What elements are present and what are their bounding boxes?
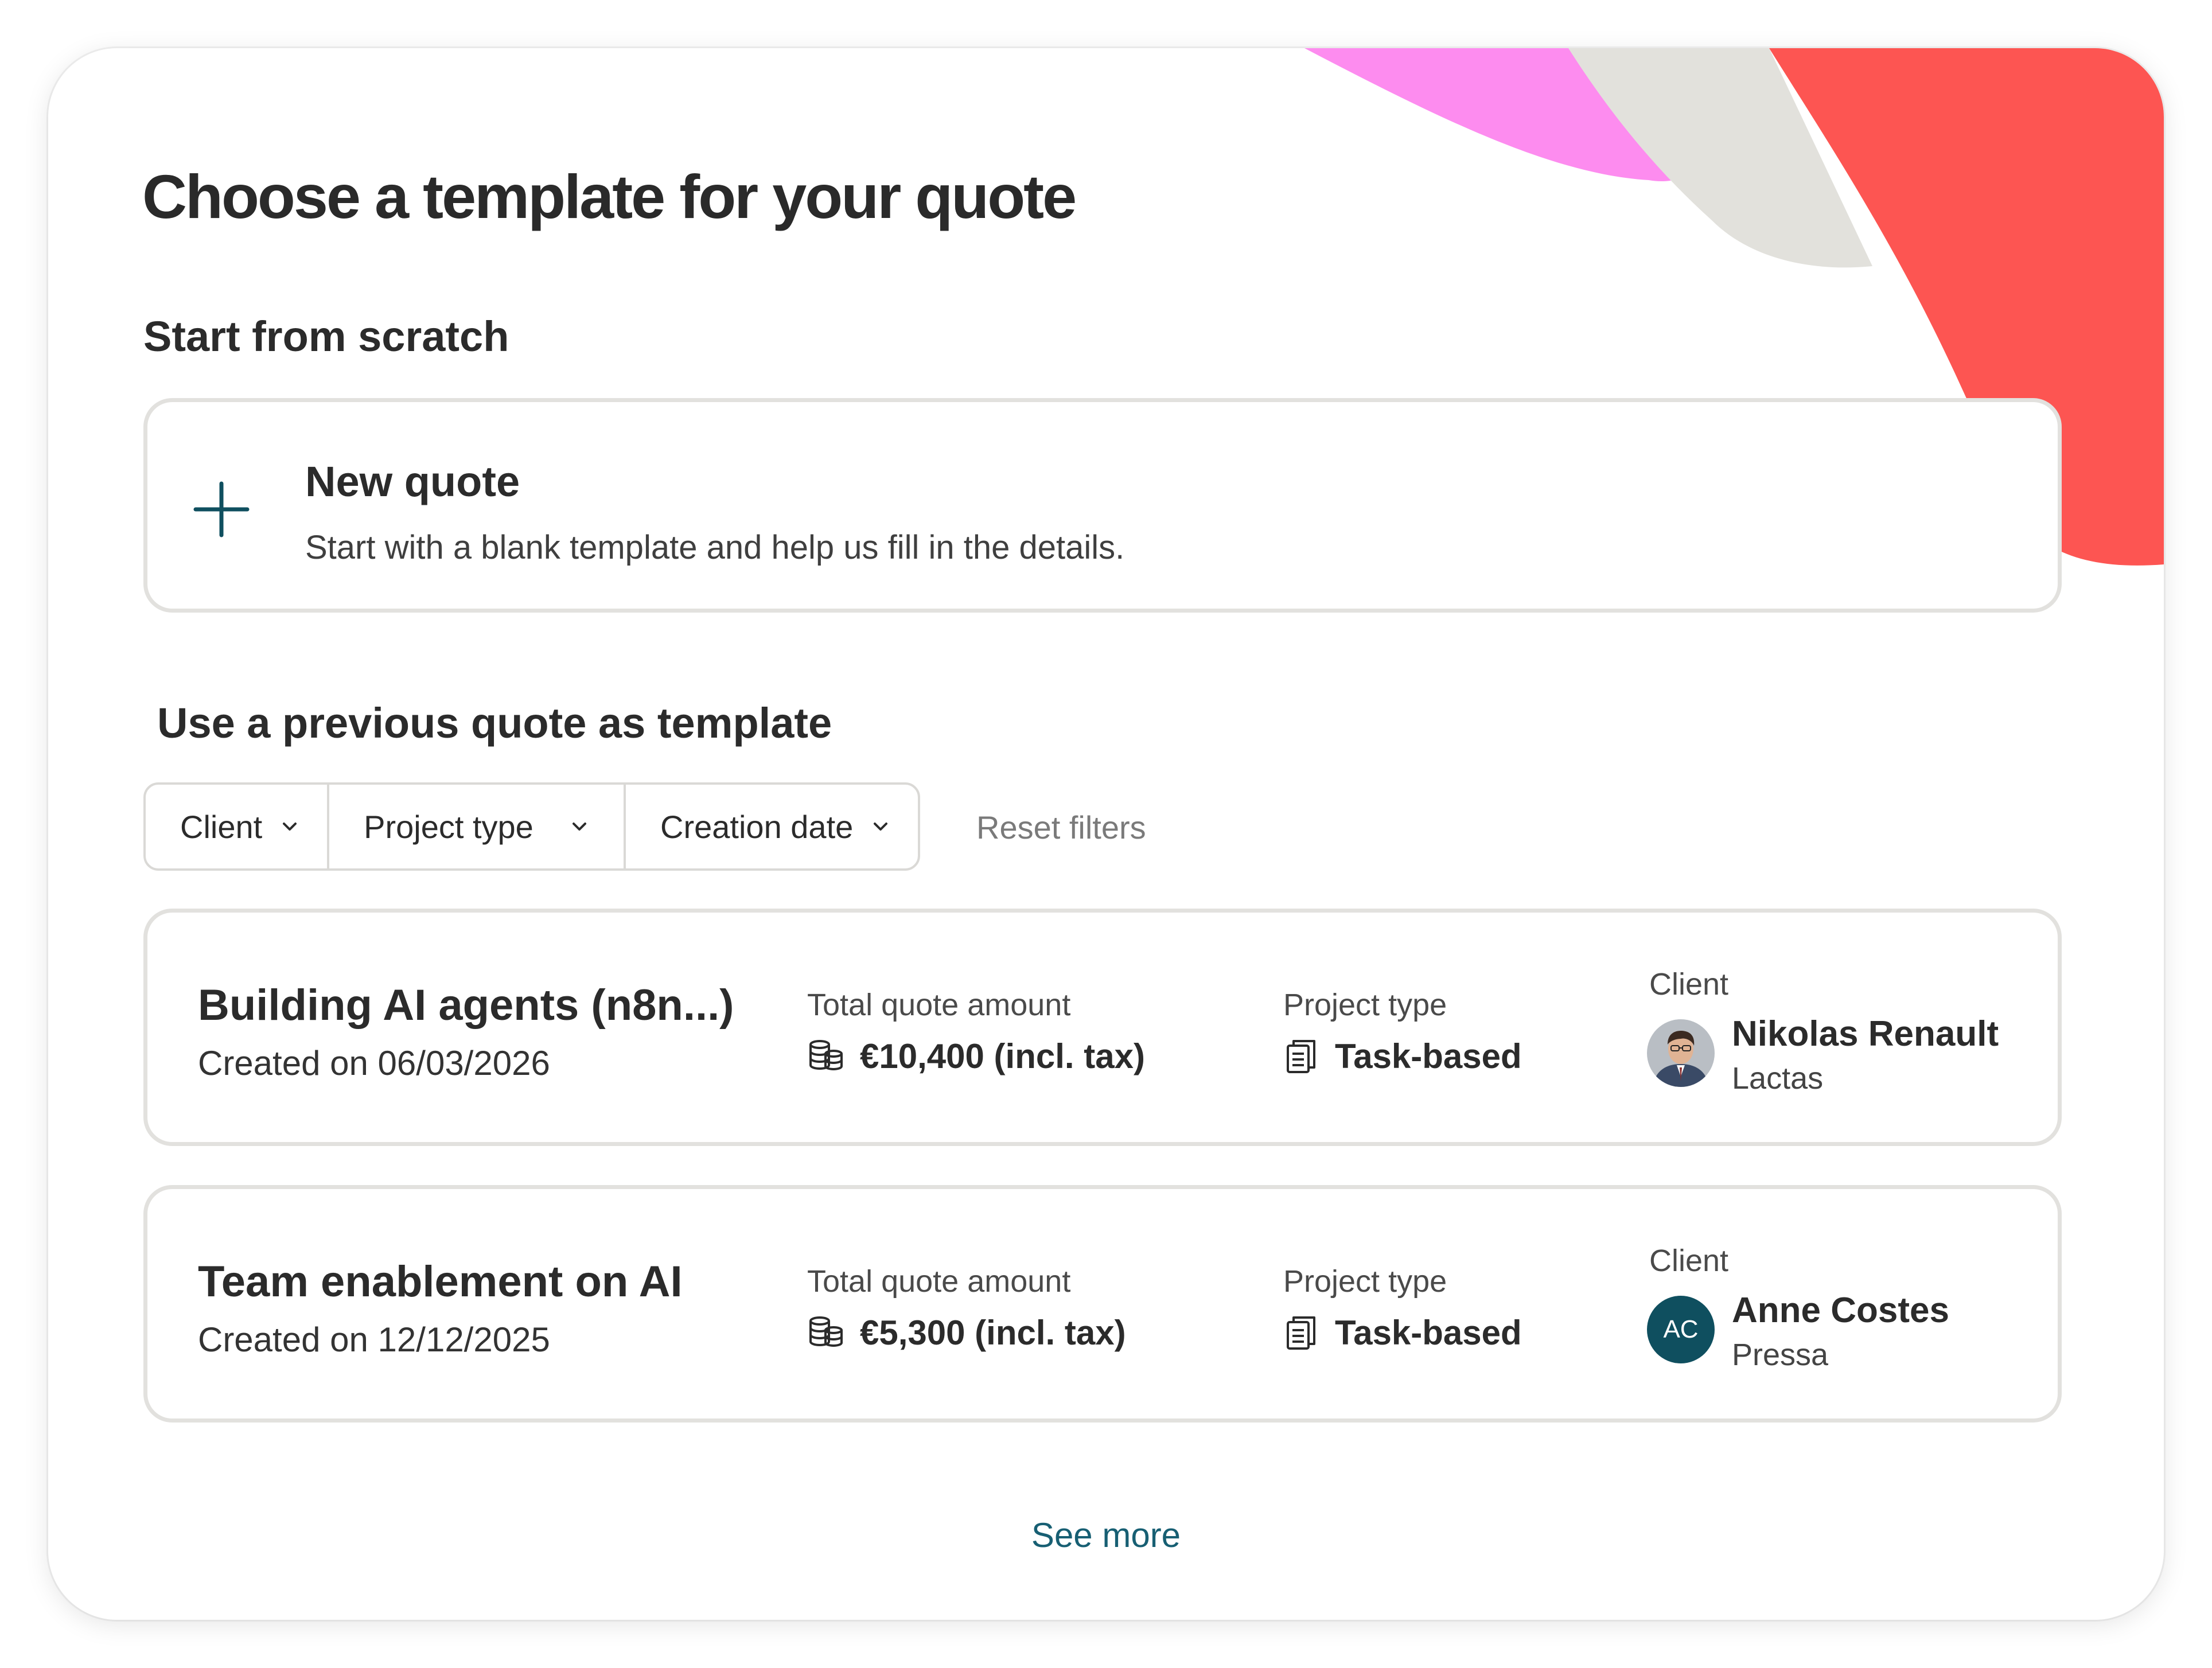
amount-label: Total quote amount [807, 1264, 1071, 1299]
project-type-value: Task-based [1335, 1314, 1522, 1352]
amount-label: Total quote amount [807, 988, 1071, 1022]
avatar [1647, 1019, 1715, 1087]
plus-icon [193, 481, 250, 537]
quote-card[interactable]: Team enablement on AI Created on 12/12/2… [143, 1185, 2062, 1423]
quote-amount: €5,300 (incl. tax) [860, 1314, 1126, 1352]
reset-filters-link[interactable]: Reset filters [976, 809, 1146, 846]
client-name: Nikolas Renault [1732, 1014, 1999, 1054]
new-quote-title: New quote [305, 458, 520, 505]
quote-created-date: Created on 06/03/2026 [198, 1044, 550, 1082]
document-icon [1287, 1040, 1315, 1073]
project-type-value: Task-based [1335, 1037, 1522, 1075]
chevron-down-icon [874, 823, 888, 831]
coins-icon [809, 1040, 843, 1071]
project-type-label: Project type [1283, 988, 1447, 1022]
client-label: Client [1649, 1244, 1729, 1278]
chevron-down-icon [572, 823, 586, 831]
client-photo [1647, 1019, 1715, 1087]
new-quote-card[interactable]: New quote Start with a blank template an… [143, 398, 2062, 613]
quote-created-date: Created on 12/12/2025 [198, 1320, 550, 1359]
quote-title: Building AI agents (n8n...) [198, 981, 734, 1030]
client-company: Pressa [1732, 1338, 1829, 1372]
document-icon [1287, 1316, 1315, 1350]
creation-date-filter-label: Creation date [660, 808, 854, 845]
client-company: Lactas [1732, 1061, 1824, 1096]
project-type-filter[interactable]: Project type [327, 785, 624, 868]
quote-title: Team enablement on AI [198, 1257, 683, 1306]
previous-quote-heading: Use a previous quote as template [157, 699, 832, 747]
filter-group: Client Project type Creation date [143, 782, 920, 871]
project-type-label: Project type [1283, 1264, 1447, 1299]
see-more-link[interactable]: See more [1030, 1515, 1182, 1555]
coins-icon [809, 1316, 843, 1347]
client-label: Client [1649, 967, 1729, 1001]
new-quote-description: Start with a blank template and help us … [305, 529, 1125, 566]
scratch-heading: Start from scratch [143, 313, 509, 360]
client-filter[interactable]: Client [146, 785, 327, 868]
creation-date-filter[interactable]: Creation date [624, 785, 918, 868]
project-type-filter-label: Project type [364, 808, 533, 845]
chevron-down-icon [283, 823, 297, 831]
quote-card[interactable]: Building AI agents (n8n...) Created on 0… [143, 909, 2062, 1146]
avatar: AC [1647, 1296, 1715, 1363]
client-filter-label: Client [180, 808, 263, 845]
quote-amount: €10,400 (incl. tax) [860, 1037, 1145, 1075]
page-title: Choose a template for your quote [142, 162, 1077, 231]
client-name: Anne Costes [1732, 1291, 1949, 1330]
template-dialog: Choose a template for your quote Start f… [48, 48, 2164, 1620]
